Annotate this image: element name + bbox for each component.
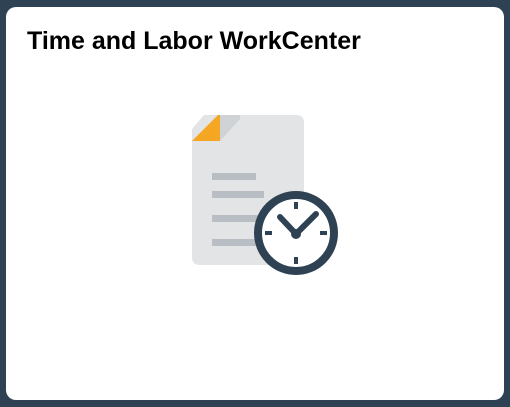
tile-title: Time and Labor WorkCenter — [27, 27, 361, 55]
time-and-labor-workcenter-tile[interactable]: Time and Labor WorkCenter — [6, 7, 504, 400]
document-clock-icon — [192, 115, 338, 275]
clock-icon — [254, 191, 338, 275]
